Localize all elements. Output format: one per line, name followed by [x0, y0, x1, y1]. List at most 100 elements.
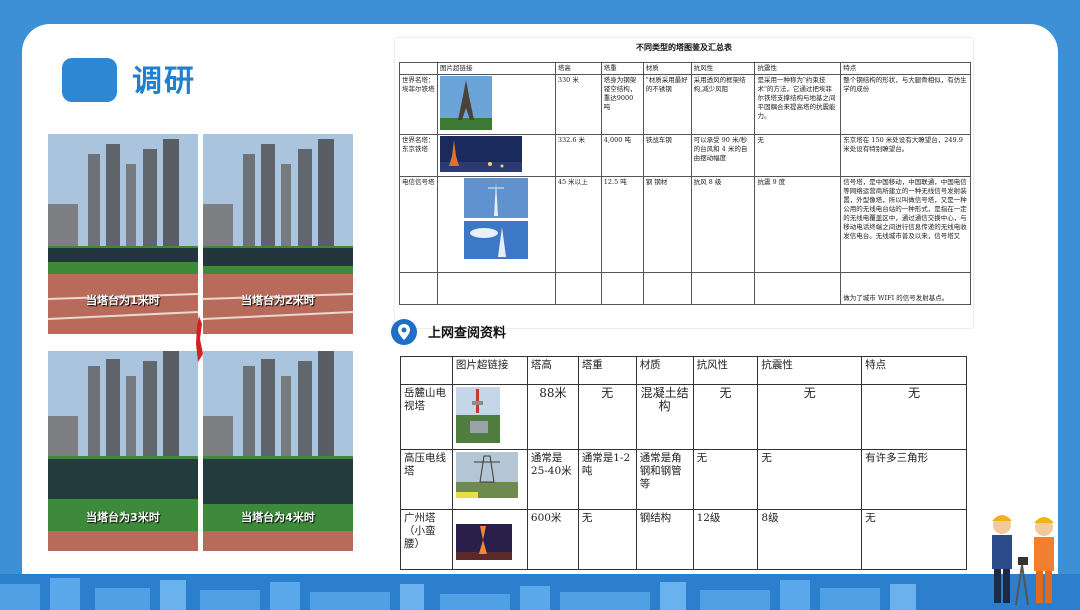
row-name: 世界名塔：东京铁塔	[399, 134, 438, 177]
row-height: 330 米	[554, 74, 602, 135]
row-material: 铁战车钢	[642, 134, 692, 177]
row-name	[399, 272, 438, 305]
row-name: 广州塔（小蛮腰）	[400, 509, 453, 570]
row-height: 45 米以上	[554, 176, 602, 273]
yuelushan-tower-image[interactable]	[455, 387, 500, 443]
row-height: 通常是25-40米	[526, 449, 579, 510]
tower-summary-table: 图片超链接 塔高 塔重 材质 抗风性 抗震性 特点 世界名塔：埃菲尔铁塔 330…	[399, 62, 971, 305]
table-row: 世界名塔：东京铁塔 332.6 米 4,000 吨 铁战车钢 可以承受 90 米…	[399, 134, 971, 177]
eiffel-tower-image[interactable]	[439, 76, 492, 130]
row-weight: 12.5 吨	[600, 176, 644, 273]
row-feature: 无	[861, 384, 967, 450]
row-name: 岳麓山电视塔	[400, 384, 453, 450]
photo-tower-4m: 当塔台为4米时	[203, 351, 353, 551]
image-link-cell	[436, 272, 556, 305]
signal-tower-image[interactable]	[464, 178, 529, 218]
row-material: "材质采用最好的不锈钢	[642, 74, 692, 135]
row-quake: 8级	[757, 509, 863, 570]
photo-tower-1m: 当塔台为1米时	[48, 134, 198, 334]
document-title: 不同类型的塔图鉴及汇总表	[636, 42, 732, 52]
row-material: 钢结构	[635, 509, 694, 570]
table-row: 世界名塔：埃菲尔铁塔 330 米 塔身为钢架镂空结构，重达9000 吨 "材质采…	[399, 74, 971, 135]
page-title: 调研	[132, 64, 196, 99]
row-weight: 塔身为钢架镂空结构，重达9000 吨	[600, 74, 644, 135]
header-cell: 抗风性	[690, 62, 756, 75]
row-weight: 无	[577, 384, 637, 450]
power-line-tower-image[interactable]	[455, 452, 518, 498]
table-header-row: 图片超链接 塔高 塔重 材质 抗风性 抗震性 特点	[400, 356, 967, 385]
table-row: 岳麓山电视塔 88米 无 混凝土结构 无 无 无	[400, 384, 967, 450]
row-material: 钢 钢材	[642, 176, 692, 273]
row-wind: 采用透风的框架结构,减少风阻	[690, 74, 756, 135]
header-cell: 抗风性	[692, 356, 759, 385]
photo-caption: 当塔台为3米时	[86, 511, 160, 524]
table-header-row: 图片超链接 塔高 塔重 材质 抗风性 抗震性 特点	[399, 62, 971, 75]
row-material	[642, 272, 692, 305]
row-quake: 无	[757, 449, 863, 510]
header-cell: 抗震性	[754, 62, 842, 75]
photo-caption: 当塔台为1米时	[86, 294, 160, 307]
header-cell: 特点	[861, 356, 967, 385]
signal-tower-image-2[interactable]	[464, 221, 529, 259]
web-research-table: 图片超链接 塔高 塔重 材质 抗风性 抗震性 特点 岳麓山电视塔 88米 无 混…	[400, 356, 967, 570]
header-cell: 材质	[635, 356, 694, 385]
row-feature: 做为了城市 WIFI 的信号发射基点。	[840, 272, 971, 305]
row-quake: 无	[757, 384, 863, 450]
row-material: 通常是角钢和钢管等	[635, 449, 694, 510]
tower-summary-document: 不同类型的塔图鉴及汇总表 图片超链接 塔高 塔重 材质 抗风性 抗震性 特点 世…	[395, 38, 973, 328]
row-weight	[600, 272, 644, 305]
image-link-cell[interactable]	[436, 176, 556, 273]
red-annotation-mark	[196, 316, 203, 362]
row-height: 332.6 米	[554, 134, 602, 177]
row-weight: 通常是1-2吨	[577, 449, 637, 510]
image-link-cell[interactable]	[451, 509, 528, 570]
row-feature: 信号塔，是中国移动，中国联通，中国电信等网络运营商所建立的一种无线信号发射装置，…	[840, 176, 971, 273]
location-pin-icon	[391, 319, 417, 345]
row-feature: 无	[861, 509, 967, 570]
header-cell: 塔重	[600, 62, 644, 75]
header-cell: 材质	[642, 62, 692, 75]
image-link-cell[interactable]	[436, 74, 556, 135]
city-skyline-decoration	[0, 574, 1080, 610]
header-cell: 塔重	[577, 356, 637, 385]
row-quake: 是采用一种称为"约束技术"的方法，它通过把埃菲尔铁塔支撑结构与地基之间平固耦合来…	[754, 74, 842, 135]
row-material: 混凝土结构	[635, 384, 694, 450]
row-height: 88米	[526, 384, 579, 450]
engineers-illustration	[992, 515, 1054, 606]
row-weight: 无	[577, 509, 637, 570]
photo-caption: 当塔台为2米时	[241, 294, 315, 307]
header-cell: 塔高	[554, 62, 602, 75]
row-wind: 无	[692, 449, 759, 510]
header-cell: 特点	[840, 62, 971, 75]
row-feature: 整个钢结构的形状，与大腿骨相似，有仿生学的成份	[840, 74, 971, 135]
photo-tower-2m: 当塔台为2米时	[203, 134, 353, 334]
table-row: 广州塔（小蛮腰） 600米 无 钢结构 12级 8级 无	[400, 509, 967, 570]
row-name: 电信信号塔	[399, 176, 438, 273]
row-wind: 抗风 8 级	[690, 176, 756, 273]
header-cell: 图片超链接	[436, 62, 556, 75]
header-cell: 塔高	[526, 356, 579, 385]
canton-tower-image[interactable]	[455, 524, 512, 560]
row-wind: 12级	[692, 509, 759, 570]
row-wind	[690, 272, 756, 305]
header-cell: 图片超链接	[451, 356, 528, 385]
header-cell	[399, 62, 438, 75]
row-weight: 4,000 吨	[600, 134, 644, 177]
image-link-cell[interactable]	[436, 134, 556, 177]
table-row: 电信信号塔 45 米以上 12.5 吨 钢 钢材 抗风 8 级 抗震 9 度 信…	[399, 176, 971, 273]
header-cell: 抗震性	[757, 356, 863, 385]
image-link-cell[interactable]	[451, 384, 528, 450]
title-badge-icon	[62, 58, 117, 102]
table-row: 做为了城市 WIFI 的信号发射基点。	[399, 272, 971, 305]
image-link-cell[interactable]	[451, 449, 528, 510]
web-research-label: 上网查阅资料	[428, 326, 507, 341]
header-cell	[400, 356, 453, 385]
row-height	[554, 272, 602, 305]
tokyo-tower-image[interactable]	[439, 136, 522, 172]
row-height: 600米	[526, 509, 579, 570]
row-quake	[754, 272, 842, 305]
row-quake: 无	[754, 134, 842, 177]
row-name: 高压电线塔	[400, 449, 453, 510]
row-feature: 有许多三角形	[861, 449, 967, 510]
photo-caption: 当塔台为4米时	[241, 511, 315, 524]
